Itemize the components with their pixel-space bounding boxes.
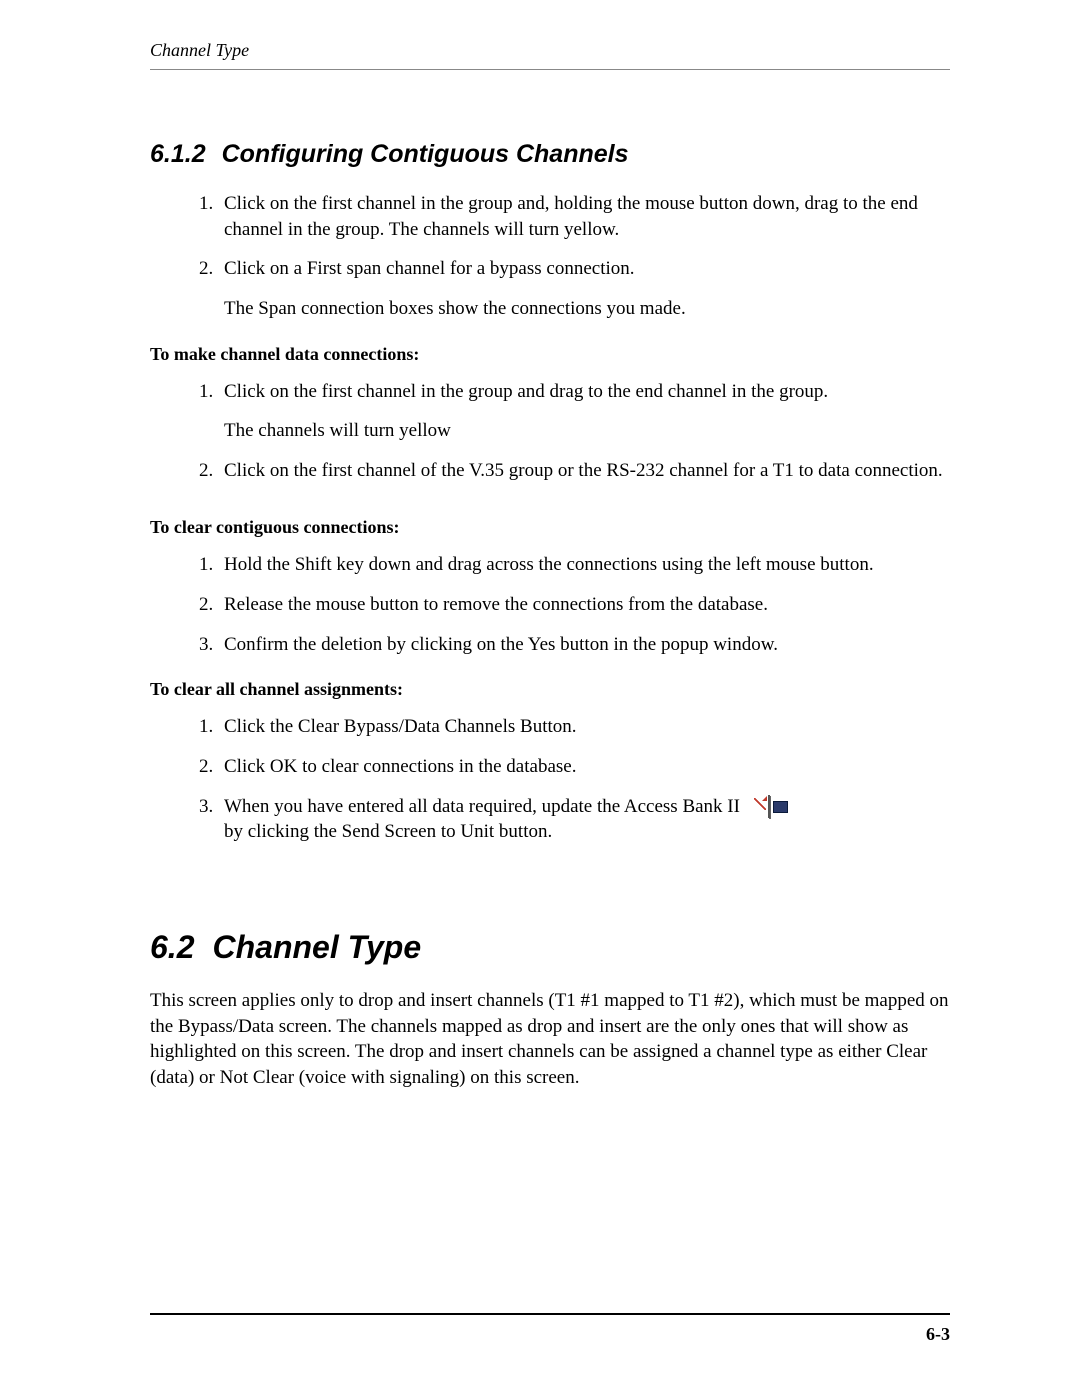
step-text: Release the mouse button to remove the c…: [224, 594, 768, 615]
step-text: Click on the first channel of the V.35 g…: [224, 460, 943, 481]
step-text: Click on the first channel in the group …: [224, 381, 828, 402]
step-item: Click on the first channel in the group …: [218, 379, 950, 444]
step-note: The channels will turn yellow: [224, 418, 950, 444]
step-text: Confirm the deletion by clicking on the …: [224, 634, 778, 655]
step-item: Click the Clear Bypass/Data Channels But…: [218, 714, 950, 740]
step-item: When you have entered all data required,…: [218, 794, 950, 845]
step-item: Confirm the deletion by clicking on the …: [218, 632, 950, 658]
heading-number: 6.2: [150, 929, 194, 965]
step-suffix: Button.: [515, 716, 576, 737]
step-prefix: Click the: [224, 716, 298, 737]
ui-term: Clear Bypass/Data Channels: [298, 716, 515, 737]
step-text: Hold the Shift key down and drag across …: [224, 554, 874, 575]
step-text: Click on a First span channel for a bypa…: [224, 258, 635, 279]
step-suffix: to clear connections in the database.: [297, 756, 576, 777]
steps-configuring: Click on the first channel in the group …: [150, 191, 950, 322]
steps-clear-contiguous: Hold the Shift key down and drag across …: [150, 552, 950, 657]
steps-make-data: Click on the first channel in the group …: [150, 379, 950, 484]
section-6-2-paragraph: This screen applies only to drop and ins…: [150, 988, 950, 1091]
step-item: Click on the first channel of the V.35 g…: [218, 458, 950, 484]
heading-6-2: 6.2 Channel Type: [150, 929, 950, 966]
ui-term: OK: [270, 756, 297, 777]
send-screen-to-unit-icon: [768, 794, 770, 820]
step-item: Click on a First span channel for a bypa…: [218, 256, 950, 321]
step-item: Click on the first channel in the group …: [218, 191, 950, 242]
heading-text: Configuring Contiguous Channels: [222, 140, 629, 168]
toolbar-icon: [768, 795, 770, 818]
document-page: Channel Type 6.1.2 Configuring Contiguous…: [0, 0, 1080, 1397]
step-text: Click on the first channel in the group …: [224, 193, 918, 240]
step-text: When you have entered all data required,…: [224, 796, 740, 843]
subheading-clear-all: To clear all channel assignments:: [150, 679, 950, 700]
step-note: The Span connection boxes show the conne…: [224, 296, 950, 322]
running-header: Channel Type: [150, 40, 950, 69]
step-item: Hold the Shift key down and drag across …: [218, 552, 950, 578]
heading-text: Channel Type: [212, 929, 421, 965]
footer-rule: [150, 1313, 950, 1315]
step-item: Release the mouse button to remove the c…: [218, 592, 950, 618]
step-item: Click OK to clear connections in the dat…: [218, 754, 950, 780]
heading-6-1-2: 6.1.2 Configuring Contiguous Channels: [150, 140, 950, 169]
steps-clear-all: Click the Clear Bypass/Data Channels But…: [150, 714, 950, 859]
subheading-clear-contiguous: To clear contiguous connections:: [150, 517, 950, 538]
heading-number: 6.1.2: [150, 140, 206, 168]
header-rule: [150, 69, 950, 70]
step-prefix: Click: [224, 756, 270, 777]
page-number: 6-3: [926, 1324, 950, 1345]
subheading-make-data: To make channel data connections:: [150, 344, 950, 365]
